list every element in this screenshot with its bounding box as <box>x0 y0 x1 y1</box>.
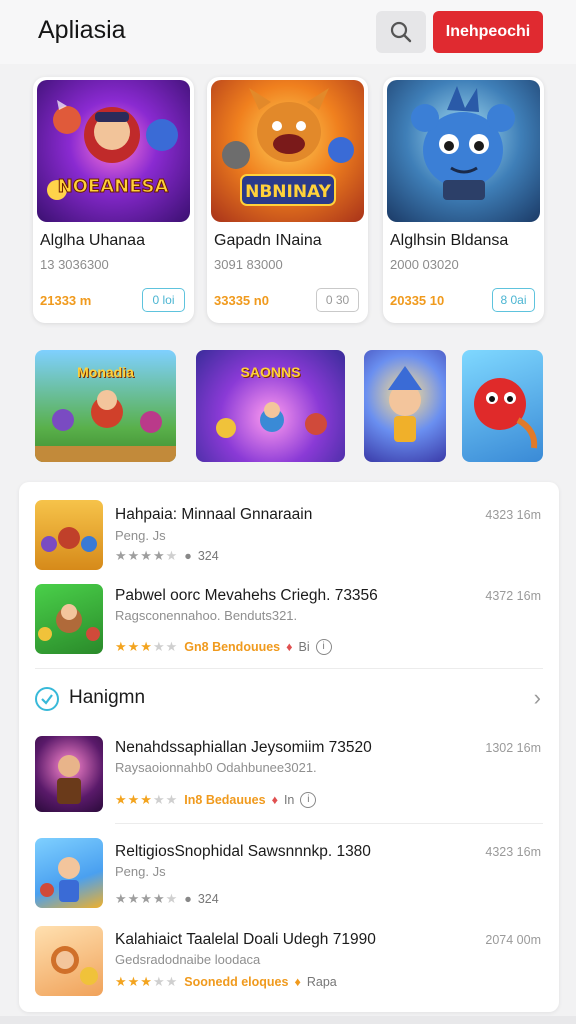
list-item-meta-text: 324 <box>197 892 219 906</box>
list-item-title: Hahpaia: Minnaal Gnnaraain <box>115 506 313 523</box>
list-item-meta-text: Soonedd eloques <box>184 975 289 989</box>
featured-price: 21333 m <box>40 293 92 308</box>
featured-card[interactable]: Alglhsin Bldansa 2000 03020 20335 10 8 0… <box>383 77 544 323</box>
list-item-title: Pabwel oorc Mevahehs Criegh. 73356 <box>115 587 378 604</box>
featured-game-art <box>387 80 540 222</box>
featured-chip[interactable]: 0 loi <box>142 288 185 312</box>
game-list: Hahpaia: Minnaal Gnnaraain Peng. Js 4323… <box>19 482 559 1012</box>
list-item-meta-tail: Rapa <box>306 975 337 989</box>
list-item-thumb <box>35 584 103 654</box>
star-rating: ★★★★★ <box>115 548 179 563</box>
list-item-title: Nenahdssaphiallan Jeysomiim 73520 <box>115 739 372 756</box>
chevron-right-icon[interactable]: › <box>534 685 541 711</box>
list-item-meta: ★★★★★ Gn8 Bendouues ♦ Bi i <box>115 639 332 655</box>
app-header: Apliasia Inehpeochi <box>0 0 576 64</box>
list-item-meta-text: In8 Bedauues <box>184 793 266 807</box>
list-item-meta-tail: Bi <box>298 640 310 654</box>
list-item-meta: ★★★★★ In8 Bedauues ♦ In i <box>115 792 317 808</box>
featured-title: Alglha Uhanaa <box>40 232 145 249</box>
list-item-meta-text: 324 <box>197 549 219 563</box>
divider <box>115 823 543 824</box>
featured-price: 20335 10 <box>390 293 445 308</box>
star-rating: ★★★★★ <box>115 792 179 807</box>
list-item-title: ReltigiosSnophidal Sawsnnnkp. 1380 <box>115 843 371 860</box>
tag-icon: ♦ <box>286 640 293 654</box>
featured-game-art: NBNINAY <box>211 80 364 222</box>
featured-subtitle: 2000 03020 <box>390 257 459 272</box>
featured-card[interactable]: NBNINAY Gapadn INaina 3091 83000 33335 n… <box>207 77 368 323</box>
star-rating: ★★★★★ <box>115 891 179 906</box>
list-item[interactable]: Pabwel oorc Mevahehs Criegh. 73356 Ragsc… <box>19 582 559 658</box>
search-icon <box>390 21 412 43</box>
list-item-meta: ★★★★★ ● 324 <box>115 548 219 564</box>
art-title-text: NBNINAY <box>245 182 331 202</box>
art-title-text: NOEANESA <box>58 176 169 197</box>
list-item-meta-text: Gn8 Bendouues <box>184 640 281 654</box>
bottom-edge <box>0 1016 576 1024</box>
list-item-thumb <box>35 926 103 996</box>
list-item-meta: ★★★★★ Soonedd eloques ♦ Rapa <box>115 974 337 990</box>
list-item-thumb <box>35 500 103 570</box>
app-title: Apliasia <box>38 16 126 44</box>
list-item[interactable]: Nenahdssaphiallan Jeysomiim 73520 Raysao… <box>19 734 559 814</box>
list-item-thumb <box>35 838 103 908</box>
featured-subtitle: 3091 83000 <box>214 257 283 272</box>
divider <box>35 668 543 669</box>
star-rating: ★★★★★ <box>115 639 179 654</box>
location-icon: ● <box>184 892 192 906</box>
game-tile[interactable]: Monadia <box>35 350 176 462</box>
location-icon: ● <box>184 549 192 563</box>
featured-title: Gapadn INaina <box>214 232 322 249</box>
install-button[interactable]: Inehpeochi <box>433 11 543 53</box>
tag-icon: ♦ <box>271 793 278 807</box>
list-item-meta: ★★★★★ ● 324 <box>115 891 219 907</box>
list-item[interactable]: ReltigiosSnophidal Sawsnnnkp. 1380 Peng.… <box>19 836 559 908</box>
featured-subtitle: 13 3036300 <box>40 257 109 272</box>
info-icon: i <box>300 792 317 808</box>
list-item-subtitle: Ragsconennahoo. Benduts321. <box>115 608 298 623</box>
list-item-thumb <box>35 736 103 812</box>
list-item-subtitle: Peng. Js <box>115 528 166 543</box>
star-rating: ★★★★★ <box>115 974 179 989</box>
game-tile[interactable]: SAONNS <box>196 350 345 462</box>
list-item-time: 4323 16m <box>485 845 541 859</box>
game-tile[interactable] <box>364 350 446 462</box>
list-item-subtitle: Peng. Js <box>115 864 166 879</box>
section-header[interactable]: Hanigmn › <box>19 682 559 716</box>
list-item-time: 4372 16m <box>485 589 541 603</box>
list-item-meta-tail: In <box>283 793 295 807</box>
list-item[interactable]: Hahpaia: Minnaal Gnnaraain Peng. Js 4323… <box>19 498 559 573</box>
featured-game-art: NOEANESA <box>37 80 190 222</box>
list-item-subtitle: Gedsradodnaibe loodaca <box>115 952 261 967</box>
game-tile[interactable] <box>462 350 543 462</box>
featured-price: 33335 n0 <box>214 293 269 308</box>
search-button[interactable] <box>376 11 426 53</box>
tag-icon: ♦ <box>294 975 301 989</box>
featured-chip[interactable]: 8 0ai <box>492 288 535 312</box>
list-item-title: Kalahiaict Taalelal Doali Udegh 71990 <box>115 931 376 948</box>
list-item-time: 1302 16m <box>485 741 541 755</box>
list-item-time: 2074 00m <box>485 933 541 947</box>
check-circle-icon <box>35 687 59 711</box>
featured-title: Alglhsin Bldansa <box>390 232 509 249</box>
info-icon: i <box>315 639 332 655</box>
featured-chip[interactable]: 0 30 <box>316 288 359 312</box>
list-item-subtitle: Raysaoionnahb0 Odahbunee3021. <box>115 760 317 775</box>
section-title: Hanigmn <box>69 687 146 708</box>
featured-card[interactable]: NOEANESA Alglha Uhanaa 13 3036300 21333 … <box>33 77 194 323</box>
list-item[interactable]: Kalahiaict Taalelal Doali Udegh 71990 Ge… <box>19 924 559 1004</box>
list-item-time: 4323 16m <box>485 508 541 522</box>
